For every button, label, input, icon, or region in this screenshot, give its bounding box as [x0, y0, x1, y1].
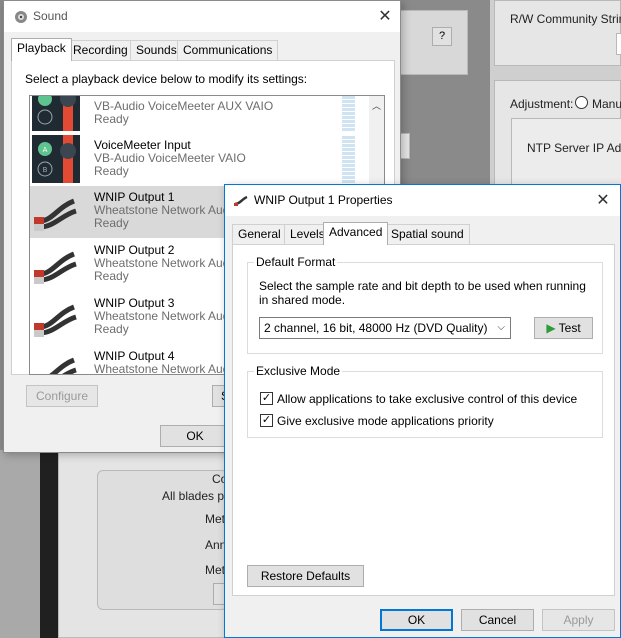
test-button-label: Test	[558, 321, 581, 335]
device-status: Ready	[94, 216, 129, 230]
configure-button[interactable]: Configure	[26, 385, 98, 407]
tab-spatial-sound[interactable]: Spatial sound	[385, 224, 470, 244]
exclusive-mode-group: Exclusive Mode ✓ Allow applications to t…	[247, 364, 603, 438]
sample-format-value: 2 channel, 16 bit, 48000 Hz (DVD Quality…	[264, 321, 488, 335]
ntp-server-label: NTP Server IP Addr	[527, 141, 621, 155]
allow-exclusive-label[interactable]: Allow applications to take exclusive con…	[277, 392, 577, 406]
exclusive-mode-heading: Exclusive Mode	[254, 364, 343, 378]
properties-titlebar[interactable]: WNIP Output 1 Properties ✕	[225, 185, 620, 216]
device-status: Ready	[94, 164, 129, 178]
manual-radio-label: Manua	[592, 97, 621, 111]
exclusive-priority-label[interactable]: Give exclusive mode applications priorit…	[277, 414, 494, 428]
svg-text:A: A	[43, 146, 48, 154]
scroll-up-icon[interactable]: ︿	[372, 99, 381, 112]
exclusive-priority-checkbox[interactable]: ✓	[260, 414, 273, 427]
properties-cancel-button[interactable]: Cancel	[461, 609, 534, 631]
sound-title: Sound	[33, 9, 68, 23]
device-description: Wheatstone Network Aud	[94, 309, 230, 323]
tab-recording[interactable]: Recording	[67, 40, 134, 60]
properties-ok-button[interactable]: OK	[380, 609, 453, 631]
rca-cable-icon	[34, 251, 77, 284]
tab-sounds[interactable]: Sounds	[130, 40, 183, 60]
default-format-description: Select the sample rate and bit depth to …	[259, 279, 586, 307]
playback-instruction: Select a playback device below to modify…	[25, 72, 308, 86]
background-met-label-2: Met	[205, 563, 226, 577]
tab-communications[interactable]: Communications	[177, 40, 279, 60]
allow-exclusive-checkbox[interactable]: ✓	[260, 392, 273, 405]
properties-tabs: General Levels Advanced Spatial sound	[232, 222, 615, 245]
device-description: Wheatstone Network Aud	[94, 256, 230, 270]
device-description: VB-Audio VoiceMeeter AUX VAIO	[94, 99, 274, 113]
list-item[interactable]: VB-Audio VoiceMeeter AUX VAIO Ready	[30, 96, 370, 134]
voicemeeter-device-icon	[32, 96, 80, 131]
restore-defaults-button[interactable]: Restore Defaults	[247, 565, 364, 587]
sample-format-dropdown[interactable]: 2 channel, 16 bit, 48000 Hz (DVD Quality…	[259, 317, 511, 339]
list-item[interactable]: A B VoiceMeeter Input VB-Audio VoiceMeet…	[30, 134, 370, 186]
properties-apply-button[interactable]: Apply	[542, 609, 615, 631]
device-status: Ready	[94, 112, 129, 126]
device-description: Wheatstone Network Aud	[94, 203, 230, 217]
background-box-mid	[400, 133, 410, 159]
voicemeeter-device-icon: A B	[32, 135, 80, 183]
rw-community-input[interactable]	[616, 33, 621, 55]
sound-ok-button[interactable]: OK	[160, 425, 230, 447]
rca-cable-icon	[49, 357, 77, 374]
manual-radio[interactable]	[575, 96, 588, 109]
svg-text:B: B	[43, 166, 48, 174]
play-icon: ▶	[546, 321, 556, 335]
rca-cable-icon	[34, 198, 77, 231]
properties-title: WNIP Output 1 Properties	[254, 193, 393, 207]
device-name: WNIP Output 2	[94, 243, 175, 257]
properties-close-icon[interactable]: ✕	[585, 185, 621, 216]
sound-titlebar[interactable]: Sound ✕	[4, 1, 400, 32]
speaker-icon	[13, 9, 29, 28]
device-status: Ready	[94, 322, 129, 336]
level-meter	[342, 136, 355, 184]
device-name: VoiceMeeter Input	[94, 138, 191, 152]
device-name: WNIP Output 1	[94, 190, 175, 204]
level-meter	[342, 96, 355, 132]
background-met-label-1: Met	[205, 512, 226, 526]
test-button[interactable]: ▶ Test	[534, 317, 593, 339]
rw-community-label: R/W Community String:	[510, 12, 621, 26]
adjustment-label: Adjustment:	[510, 97, 574, 111]
help-button[interactable]: ?	[432, 27, 452, 46]
advanced-pane: Default Format Select the sample rate an…	[232, 244, 615, 596]
sound-tabs: Playback Recording Sounds Communications	[11, 38, 395, 61]
properties-dialog: WNIP Output 1 Properties ✕ General Level…	[224, 184, 621, 638]
rca-cable-icon	[233, 193, 249, 212]
default-format-heading: Default Format	[254, 255, 338, 269]
device-name: WNIP Output 4	[94, 349, 175, 363]
rca-cable-icon	[34, 304, 77, 337]
device-description: VB-Audio VoiceMeeter VAIO	[94, 151, 246, 165]
background-left-area	[0, 450, 40, 638]
device-status: Ready	[94, 269, 129, 283]
tab-playback[interactable]: Playback	[11, 38, 72, 61]
tab-advanced[interactable]: Advanced	[323, 222, 389, 245]
device-description: Wheatstone Network Aud	[94, 362, 230, 375]
background-dark-strip	[40, 450, 58, 638]
default-format-group: Default Format Select the sample rate an…	[247, 255, 603, 354]
tab-general[interactable]: General	[232, 224, 287, 244]
chevron-down-icon: ⌵	[497, 322, 505, 333]
device-name: WNIP Output 3	[94, 296, 175, 310]
sound-close-icon[interactable]: ✕	[365, 1, 405, 32]
rw-community-box	[494, 0, 621, 66]
